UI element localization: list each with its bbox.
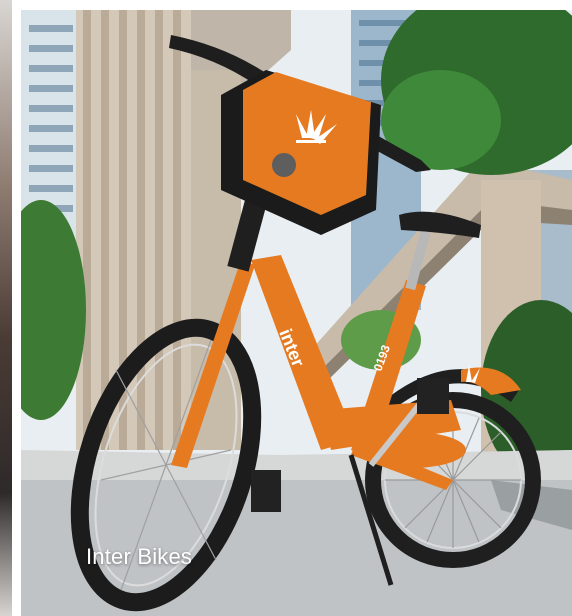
- adjacent-card-edge[interactable]: [0, 0, 12, 616]
- card-caption: Inter Bikes: [86, 544, 193, 569]
- bike-photo: inter 0193: [21, 10, 572, 616]
- inter-bikes-card[interactable]: inter 0193 Inter Bikes: [21, 10, 572, 616]
